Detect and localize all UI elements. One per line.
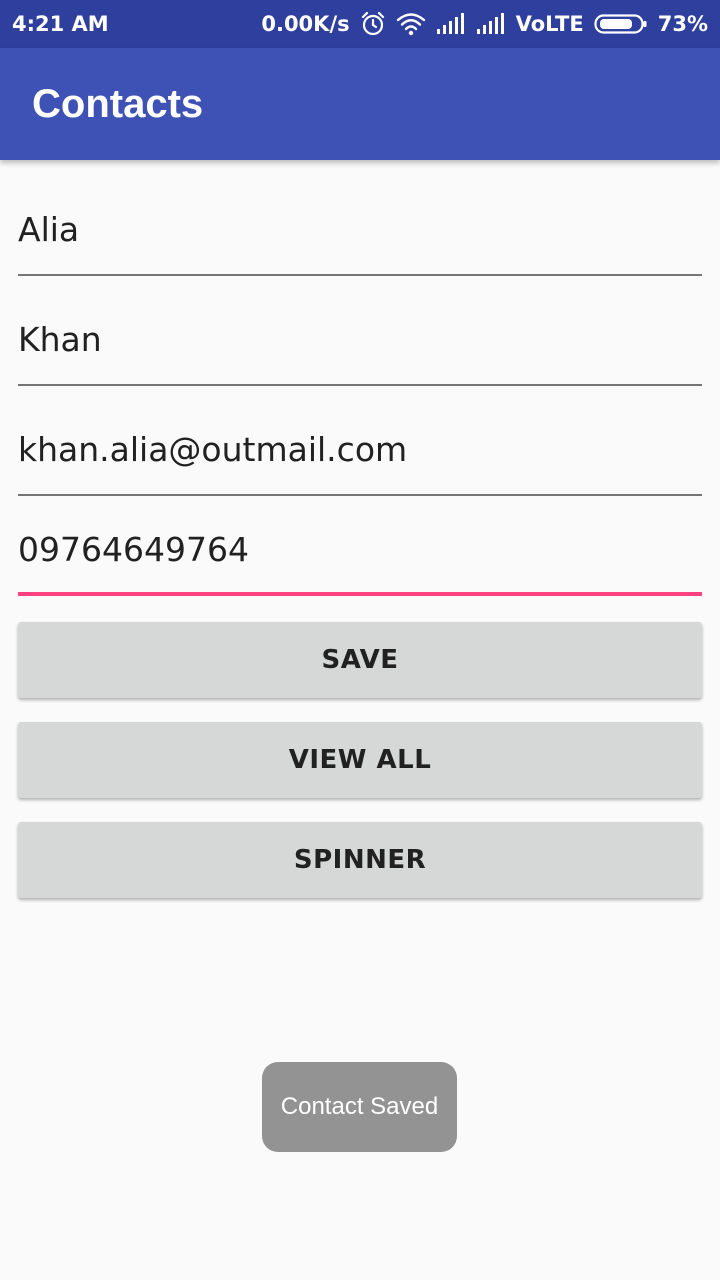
- spinner-button[interactable]: SPINNER: [18, 822, 702, 898]
- save-button[interactable]: SAVE: [18, 622, 702, 698]
- network-type: VoLTE: [515, 12, 584, 36]
- first-name-field-container: [18, 186, 702, 276]
- email-field[interactable]: [18, 406, 702, 492]
- last-name-field-container: [18, 296, 702, 386]
- app-bar: Contacts: [0, 48, 720, 160]
- status-indicators: 0.00K/s VoLTE 73%: [261, 0, 708, 48]
- phone-field-container: [18, 506, 702, 596]
- status-bar: 4:21 AM 0.00K/s VoLTE 73%: [0, 0, 720, 48]
- phone-field[interactable]: [18, 506, 702, 592]
- alarm-icon: [360, 11, 386, 37]
- battery-percent: 73%: [657, 12, 708, 36]
- net-speed: 0.00K/s: [261, 12, 350, 36]
- wifi-icon: [396, 12, 426, 36]
- first-name-underline: [18, 274, 702, 276]
- view-all-button[interactable]: VIEW ALL: [18, 722, 702, 798]
- last-name-field[interactable]: [18, 296, 702, 382]
- phone-underline: [18, 592, 702, 596]
- toast-message: Contact Saved: [262, 1062, 457, 1152]
- first-name-field[interactable]: [18, 186, 702, 272]
- last-name-underline: [18, 384, 702, 386]
- status-time: 4:21 AM: [12, 12, 109, 36]
- battery-icon: [594, 13, 648, 35]
- signal-icon: [476, 13, 506, 35]
- page-title: Contacts: [32, 82, 204, 126]
- signal-icon: [436, 13, 466, 35]
- email-field-container: [18, 406, 702, 496]
- email-underline: [18, 494, 702, 496]
